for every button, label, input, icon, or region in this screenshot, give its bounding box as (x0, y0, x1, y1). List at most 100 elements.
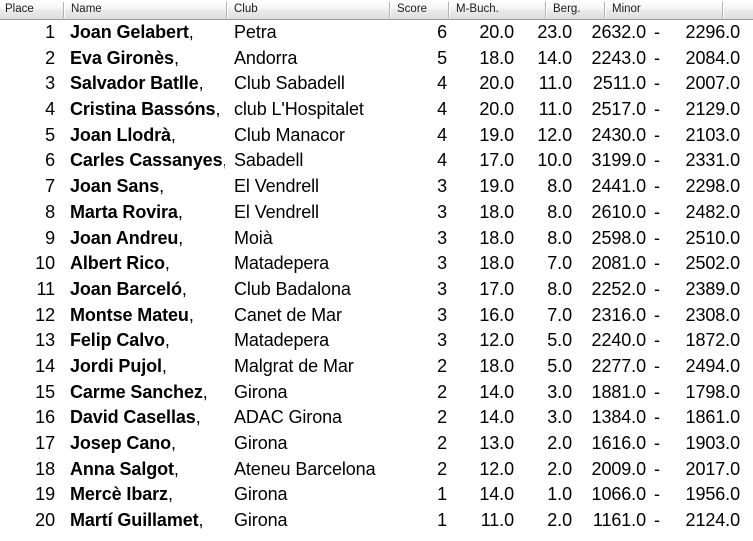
cell-minor-second: 2103.0 (685, 124, 740, 145)
cell-minor-first: 2252.0 (591, 278, 646, 299)
name-comma: , (177, 201, 183, 222)
cell-club: Andorra (234, 47, 298, 68)
cell-club: Ateneu Barcelona (234, 458, 376, 479)
cell-minor-first: 1616.0 (591, 433, 646, 453)
cell-place: 7 (45, 176, 55, 197)
cell-minor-first: 2632.0 (591, 22, 646, 42)
player-name-text: Mercè Ibarz (70, 484, 168, 505)
column-divider-minor-end[interactable] (722, 2, 724, 18)
cell-club: El Vendrell (234, 176, 319, 197)
cell-place: 17 (35, 433, 55, 453)
table-row[interactable]: 4 Cristina Bassóns, club L'Hospitalet 4 20.0… (0, 97, 753, 123)
cell-club: Girona (234, 510, 288, 531)
table-row[interactable]: 3 Salvador Batlle, Club Sabadell 4 20.0 11.0 2… (0, 71, 753, 97)
name-comma: , (164, 330, 170, 351)
table-row[interactable]: 17 Josep Cano, Girona 2 13.0 2.0 1616.0- 1903.0 (0, 431, 753, 457)
table-row[interactable]: 19 Mercè Ibarz, Girona 1 14.0 1.0 1066.0- 1956.… (0, 482, 753, 508)
cell-mbuch: 20.0 (479, 99, 514, 120)
column-divider-mbuch-berg[interactable] (545, 2, 547, 18)
column-header-name[interactable]: Name (66, 0, 226, 19)
name-comma: , (164, 253, 170, 274)
cell-berg: 5.0 (547, 330, 572, 351)
table-row[interactable]: 16 David Casellas, ADAC Girona 2 14.0 3.0 1384… (0, 405, 753, 431)
cell-club: Petra (234, 22, 277, 42)
cell-minor-separator: - (654, 22, 660, 42)
column-header-minor[interactable]: Minor (607, 0, 722, 19)
cell-minor-second: 1861.0 (685, 407, 740, 428)
table-row[interactable]: 2 Eva Gironès, Andorra 5 18.0 14.0 2243.0- 2084… (0, 46, 753, 72)
column-divider-berg-minor[interactable] (604, 2, 606, 18)
name-comma: , (223, 150, 225, 170)
table-row[interactable]: 7 Joan Sans, El Vendrell 3 19.0 8.0 2441.0- 229… (0, 174, 753, 200)
column-header-berg[interactable]: Berg. (548, 0, 604, 19)
table-row[interactable]: 13 Felip Calvo, Matadepera 3 12.0 5.0 2240.0- 1… (0, 328, 753, 354)
name-comma: , (173, 47, 179, 68)
cell-berg: 10.0 (537, 150, 572, 171)
cell-club: Girona (234, 433, 288, 453)
cell-minor-first: 1881.0 (591, 381, 646, 402)
cell-score: 2 (437, 355, 447, 376)
name-comma: , (188, 22, 194, 42)
cell-place: 18 (35, 458, 55, 479)
column-header-place[interactable]: Place (0, 0, 63, 19)
player-name-text: Joan Barceló (70, 278, 182, 299)
column-header-club[interactable]: Club (229, 0, 389, 19)
player-name-text: Joan Gelabert (70, 22, 189, 42)
column-header-mbuch[interactable]: M-Buch. (451, 0, 545, 19)
cell-berg: 14.0 (537, 47, 572, 68)
column-divider-name-club[interactable] (226, 2, 228, 18)
cell-minor-separator: - (654, 47, 660, 68)
table-row[interactable]: 9 Joan Andreu, Moià 3 18.0 8.0 2598.0- 2510.0 (0, 226, 753, 252)
name-comma: , (171, 433, 176, 453)
cell-berg: 8.0 (547, 201, 572, 222)
table-row[interactable]: 11 Joan Barceló, Club Badalona 3 17.0 8.0 2252… (0, 277, 753, 303)
cell-score: 2 (437, 381, 447, 402)
cell-minor-separator: - (654, 458, 660, 479)
cell-place: 15 (35, 381, 55, 402)
cell-place: 14 (35, 355, 55, 376)
cell-berg: 2.0 (547, 458, 572, 479)
cell-name: David Casellas, (70, 405, 225, 431)
cell-berg: 7.0 (547, 253, 572, 274)
name-comma: , (159, 176, 165, 197)
column-divider-score-mbuch[interactable] (448, 2, 450, 18)
column-divider-club-score[interactable] (389, 2, 391, 18)
cell-minor-first: 1161.0 (592, 510, 646, 531)
column-divider-place-name[interactable] (63, 2, 65, 18)
table-row[interactable]: 18 Anna Salgot, Ateneu Barcelona 2 12.0 2.0 20… (0, 457, 753, 483)
table-row[interactable]: 1 Joan Gelabert, Petra 6 20.0 23.0 2632.0- 2296… (0, 20, 753, 46)
name-comma: , (195, 407, 201, 428)
cell-score: 4 (437, 124, 447, 145)
player-name-text: Salvador Batlle (70, 73, 199, 94)
table-row[interactable]: 20 Martí Guillamet, Girona 1 11.0 2.0 1161.0- 2… (0, 508, 753, 534)
cell-score: 1 (437, 510, 447, 531)
table-row[interactable]: 8 Marta Rovira, El Vendrell 3 18.0 8.0 2610.0-… (0, 200, 753, 226)
cell-minor-first: 2316.0 (591, 304, 646, 325)
table-row[interactable]: 6 Carles Cassanyes, Sabadell 4 17.0 10.0 3199.… (0, 148, 753, 174)
table-header-row: Place Name Club Score M-Buch. Berg. Mino… (0, 0, 753, 20)
table-row[interactable]: 5 Joan Llodrà, Club Manacor 4 19.0 12.0 2430.0… (0, 123, 753, 149)
cell-minor-separator: - (654, 99, 660, 120)
cell-minor-first: 2009.0 (591, 458, 646, 479)
cell-score: 4 (437, 150, 447, 171)
player-name-text: Josep Cano (70, 433, 172, 453)
cell-minor-first: 1384.0 (591, 407, 646, 428)
cell-berg: 11.0 (538, 99, 572, 120)
cell-mbuch: 12.0 (479, 330, 514, 351)
name-comma: , (188, 304, 194, 325)
column-header-score[interactable]: Score (392, 0, 448, 19)
cell-club: Club Sabadell (234, 73, 345, 94)
cell-minor-first: 2430.0 (591, 124, 646, 145)
cell-score: 3 (437, 330, 447, 351)
cell-club: Club Manacor (234, 124, 345, 145)
cell-name: Martí Guillamet, (70, 508, 225, 534)
table-row[interactable]: 12 Montse Mateu, Canet de Mar 3 16.0 7.0 2316.… (0, 303, 753, 329)
cell-club: Girona (234, 381, 288, 402)
table-row[interactable]: 14 Jordi Pujol, Malgrat de Mar 2 18.0 5.0 2277… (0, 354, 753, 380)
cell-minor-first: 1066.0 (591, 484, 646, 505)
table-row[interactable]: 15 Carme Sanchez, Girona 2 14.0 3.0 1881.0- 179… (0, 380, 753, 406)
name-comma: , (181, 278, 187, 299)
table-row[interactable]: 10 Albert Rico, Matadepera 3 18.0 7.0 2081.0- 2… (0, 251, 753, 277)
cell-mbuch: 17.0 (479, 150, 514, 171)
player-name-text: Martí Guillamet (70, 510, 199, 531)
